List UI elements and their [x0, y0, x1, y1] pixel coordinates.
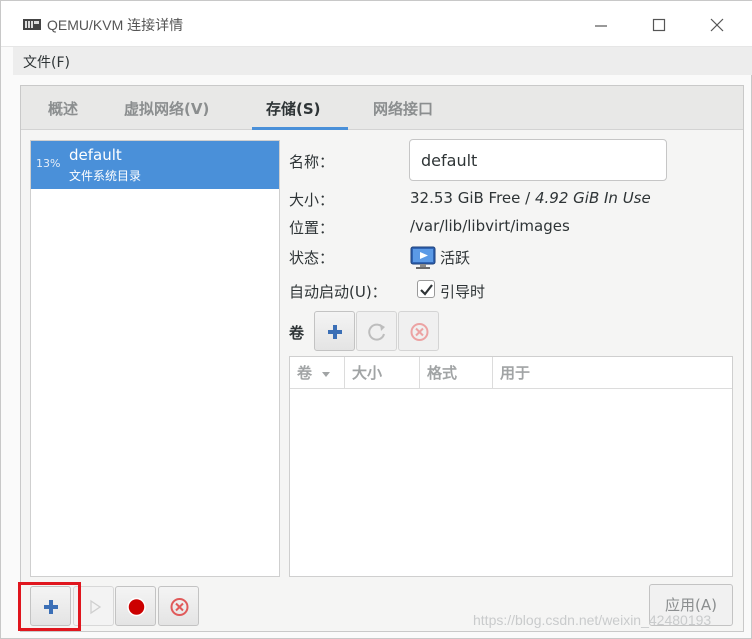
volumes-table-header: 卷 大小 格式 用于 [290, 357, 732, 389]
tab-virtual-networks[interactable]: 虚拟网络(V) [124, 98, 209, 119]
autostart-label: 自动启动(U)： [289, 283, 387, 301]
close-icon[interactable] [703, 11, 731, 39]
monitor-play-icon [410, 246, 436, 269]
refresh-icon [368, 323, 385, 341]
delete-circle-icon [410, 323, 429, 341]
add-pool-button[interactable] [30, 586, 71, 626]
active-tab-indicator [252, 127, 348, 130]
plus-icon [44, 600, 58, 614]
column-header-used-by[interactable]: 用于 [493, 357, 732, 389]
size-in-use: 4.92 GiB In Use [534, 189, 651, 207]
connection-details-window: QEMU/KVM 连接详情 文件(F) 概述 虚拟网络(V) 存储(S) 网络接… [0, 0, 752, 639]
column-header-volume[interactable]: 卷 [290, 357, 345, 389]
volumes-table[interactable]: 卷 大小 格式 用于 [289, 356, 733, 577]
pool-name: default [69, 146, 122, 164]
pool-usage-percent: 13% [36, 157, 61, 170]
refresh-volumes-button[interactable] [356, 311, 397, 351]
pool-type: 文件系统目录 [69, 169, 142, 183]
delete-circle-icon [170, 598, 189, 616]
checkmark-icon [420, 284, 433, 296]
tab-storage[interactable]: 存储(S) [266, 98, 321, 119]
play-icon [90, 599, 102, 615]
storage-pool-list[interactable]: 13% default 文件系统目录 [30, 140, 280, 577]
plus-icon [328, 325, 342, 339]
autostart-checkbox[interactable] [417, 280, 435, 298]
size-value: 32.53 GiB Free / 4.92 GiB In Use [410, 189, 651, 207]
delete-volume-button[interactable] [398, 311, 439, 351]
column-header-size[interactable]: 大小 [345, 357, 420, 389]
add-volume-button[interactable] [314, 311, 355, 351]
start-pool-button[interactable] [73, 586, 114, 626]
size-label: 大小： [289, 191, 335, 209]
location-value: /var/lib/libvirt/images [410, 217, 570, 235]
volumes-label: 卷 [289, 324, 305, 342]
watermark: https://blog.csdn.net/weixin_42480193 [473, 612, 712, 628]
name-label: 名称： [289, 153, 335, 171]
tab-network-interfaces[interactable]: 网络接口 [373, 98, 433, 119]
pool-list-item[interactable]: 13% default 文件系统目录 [31, 141, 279, 189]
stop-pool-button[interactable] [115, 586, 156, 626]
size-free: 32.53 GiB Free / [410, 189, 535, 207]
autostart-value: 引导时 [440, 283, 486, 301]
state-value: 活跃 [440, 249, 471, 267]
title-bar: QEMU/KVM 连接详情 [1, 1, 752, 47]
details-notebook: 概述 虚拟网络(V) 存储(S) 网络接口 13% default 文件系统目录 [18, 85, 744, 632]
column-header-format[interactable]: 格式 [420, 357, 493, 389]
sort-down-icon [322, 372, 331, 377]
tab-bar: 概述 虚拟网络(V) 存储(S) 网络接口 [21, 86, 743, 130]
delete-pool-button[interactable] [158, 586, 199, 626]
location-label: 位置： [289, 219, 335, 237]
state-label: 状态： [289, 249, 335, 267]
maximize-icon[interactable] [645, 11, 673, 39]
tab-overview[interactable]: 概述 [48, 98, 78, 119]
menu-bar: 文件(F) [13, 47, 752, 75]
pool-name-field[interactable] [409, 139, 667, 181]
menu-file[interactable]: 文件(F) [23, 52, 70, 72]
app-icon [23, 19, 41, 30]
minimize-icon[interactable] [587, 11, 615, 39]
record-stop-icon [127, 597, 146, 617]
window-title: QEMU/KVM 连接详情 [47, 17, 184, 33]
